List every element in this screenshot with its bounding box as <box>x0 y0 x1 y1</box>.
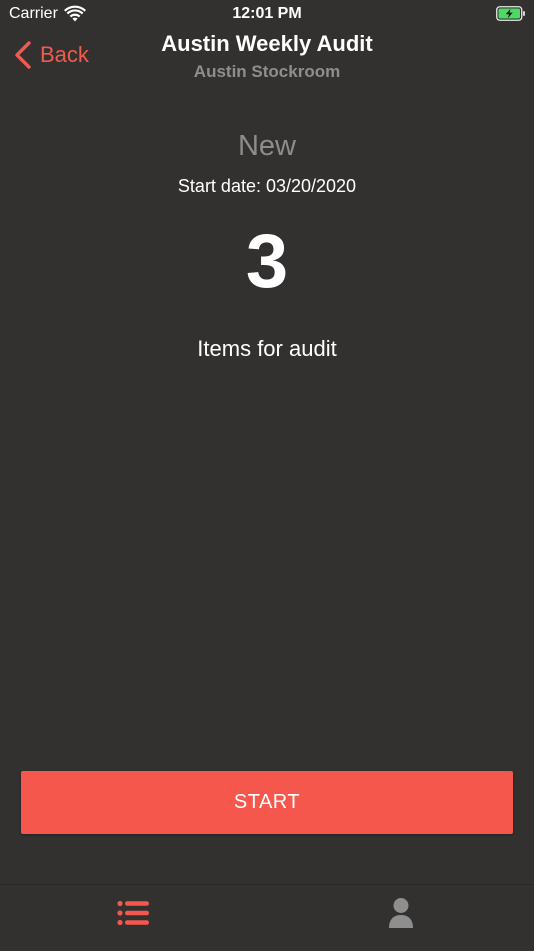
audit-start-date: Start date: 03/20/2020 <box>177 176 357 196</box>
items-for-audit-label: Items for audit <box>197 336 337 361</box>
list-icon <box>116 900 149 926</box>
tab-audit-list[interactable] <box>0 885 267 941</box>
clock: 12:01 PM <box>232 5 302 22</box>
tab-profile[interactable] <box>267 885 534 941</box>
audit-status: New <box>237 130 296 162</box>
person-icon <box>388 898 413 928</box>
start-button[interactable]: START <box>21 771 513 834</box>
page-title: Austin Weekly Audit <box>161 31 373 56</box>
status-bar: Carrier 12:01 PM <box>0 0 534 28</box>
page-subtitle: Austin Stockroom <box>193 62 341 81</box>
navigation-bar: Back Austin Weekly Audit Austin Stockroo… <box>0 28 534 88</box>
tab-bar <box>0 884 534 951</box>
battery-charging-icon <box>496 6 525 21</box>
audit-item-count: 3 <box>245 219 289 304</box>
